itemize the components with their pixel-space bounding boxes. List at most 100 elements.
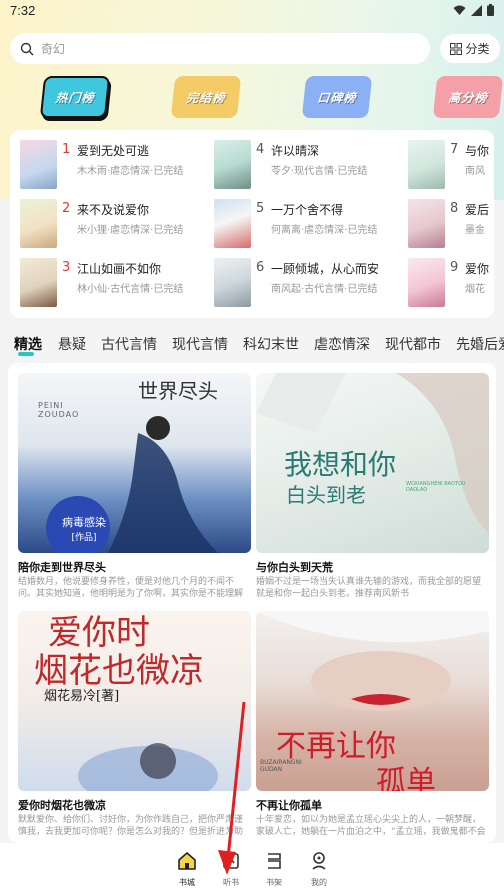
cover-title-2: 白头到老: [286, 483, 366, 507]
book-cover: 世界尽头 PEINI ZOUDAO 病毒感染 [作品]: [18, 373, 251, 553]
rank-title: 与你: [465, 144, 490, 158]
ranking-item[interactable]: 9 爱你 烟花: [408, 258, 494, 310]
rank-tab-reputation[interactable]: 口碑榜: [301, 76, 373, 118]
book-cover: [20, 258, 57, 307]
nav-bookstore[interactable]: 书城: [167, 851, 207, 888]
book-card[interactable]: 不再让你 孤单 BUZAIRANGNI GUDAN 不再让你孤单 十年爱恋，如以…: [256, 611, 489, 841]
rank-meta: 木木雨·虐恋情深·已完结: [77, 166, 184, 177]
rank-meta: 南风: [465, 166, 485, 177]
tab-featured[interactable]: 精选: [14, 334, 42, 354]
book-title: 爱你时烟花也微凉: [18, 799, 106, 812]
wifi-icon: [453, 5, 466, 15]
nav-profile[interactable]: 我的: [299, 851, 339, 888]
book-desc: 婚姻不过是一场当失认真谁先输的游戏，而我全部的愿望就是和你一起白头到老。推荐南风…: [256, 577, 482, 599]
rank-meta: 烟花: [465, 284, 485, 295]
ranking-item[interactable]: 5 一万个舍不得 何离离·虐恋情深·已完结: [214, 199, 414, 251]
nav-label: 听书: [223, 878, 239, 887]
cover-badge-sub: [作品]: [71, 533, 97, 543]
book-card[interactable]: 世界尽头 PEINI ZOUDAO 病毒感染 [作品] 陪你走到世界尽头 结婚数…: [18, 373, 251, 603]
tab-modern-city[interactable]: 现代都市: [385, 334, 441, 354]
rank-tab-hot[interactable]: 热门榜: [39, 76, 111, 118]
rank-number: 4: [256, 142, 265, 157]
book-cover: [408, 199, 445, 248]
cover-title: 我想和你: [284, 448, 397, 481]
ranking-item[interactable]: 7 与你 南风: [408, 140, 494, 192]
profile-icon: [312, 852, 326, 870]
book-cover: [20, 140, 57, 189]
tab-mystery[interactable]: 悬疑: [58, 334, 86, 354]
rank-tab-label: 热门榜: [54, 90, 96, 105]
tab-scifi[interactable]: 科幻末世: [243, 334, 299, 354]
rank-title: 许以晴深: [271, 144, 320, 158]
rank-tab-label: 高分榜: [447, 90, 489, 105]
rank-number: 5: [256, 201, 265, 216]
book-title: 不再让你孤单: [256, 799, 322, 812]
status-time: 7:32: [10, 3, 36, 18]
ranking-item[interactable]: 8 爱后 墨金: [408, 199, 494, 251]
rank-number: 3: [62, 260, 71, 275]
rank-number: 9: [450, 260, 459, 275]
rank-tab-label: 完结榜: [185, 90, 227, 105]
nav-label: 书架: [266, 878, 282, 887]
rank-tab-label: 口碑榜: [316, 90, 358, 105]
ranking-list: 1 爱到无处可逃 木木雨·虐恋情深·已完结 2 来不及说爱你 米小狸·虐恋情深·…: [10, 130, 494, 318]
grid-icon: [450, 42, 463, 55]
nav-bookshelf[interactable]: 书架: [254, 851, 294, 888]
tab-indicator: [18, 352, 34, 356]
rank-tab-finished[interactable]: 完结榜: [170, 76, 242, 118]
bottom-nav: 书城 听书 书架 我的: [0, 843, 504, 895]
ranking-item[interactable]: 2 来不及说爱你 米小狸·虐恋情深·已完结: [20, 199, 220, 251]
ranking-item[interactable]: 4 许以晴深 苓夕·现代言情·已完结: [214, 140, 414, 192]
rank-title: 爱你: [465, 262, 490, 276]
bookshelf-icon: [268, 853, 281, 869]
genre-tabs: 精选 悬疑 古代言情 现代言情 科幻末世 虐恋情深 现代都市 先婚后爱: [0, 330, 504, 360]
nav-audiobook[interactable]: 听书: [211, 851, 251, 888]
book-card[interactable]: 爱你时 烟花也微凉 烟花易冷[著] 爱你时烟花也微凉 默默爱你、给你们、讨好你，…: [18, 611, 251, 841]
cover-author: 烟花易冷[著]: [44, 689, 120, 704]
status-bar: 7:32: [0, 0, 504, 22]
rank-title: 爱到无处可逃: [77, 144, 150, 158]
ranking-item[interactable]: 6 一顾倾城，从心而安 南风起·古代言情·已完结: [214, 258, 414, 310]
category-label: 分类: [465, 42, 490, 56]
book-cover: [214, 258, 251, 307]
rank-meta: 何离离·虐恋情深·已完结: [271, 225, 378, 236]
tab-modern-romance[interactable]: 现代言情: [172, 334, 228, 354]
rank-title: 爱后: [465, 203, 490, 217]
ranking-item[interactable]: 1 爱到无处可逃 木木雨·虐恋情深·已完结: [20, 140, 220, 192]
cover-subtitle: PEINI ZOUDAO: [38, 401, 80, 419]
cover-title-2: 孤单: [376, 765, 436, 791]
tab-marriage-first[interactable]: 先婚后爱: [456, 334, 504, 354]
ranking-item[interactable]: 3 江山如画不如你 林小仙·古代言情·已完结: [20, 258, 220, 310]
headphone-icon: [223, 853, 239, 869]
nav-label: 书城: [179, 878, 195, 887]
rank-title: 江山如画不如你: [77, 262, 162, 276]
rank-tab-score[interactable]: 高分榜: [432, 76, 504, 118]
rank-meta: 米小狸·虐恋情深·已完结: [77, 225, 184, 236]
book-desc: 十年爱恋，如以为她是孟立瑶心尖尖上的人，一朝梦醒，家破人亡，她躺在一片血泊之中，…: [256, 815, 486, 837]
rank-number: 8: [450, 201, 459, 216]
tab-tragic-romance[interactable]: 虐恋情深: [314, 334, 370, 354]
book-cover: [20, 199, 57, 248]
rank-title: 一顾倾城，从心而安: [271, 262, 380, 276]
book-cover: [214, 140, 251, 189]
rank-meta: 南风起·古代言情·已完结: [271, 284, 378, 295]
tab-ancient-romance[interactable]: 古代言情: [101, 334, 157, 354]
search-placeholder: 奇幻: [41, 42, 66, 56]
book-feed: 世界尽头 PEINI ZOUDAO 病毒感染 [作品] 陪你走到世界尽头 结婚数…: [8, 363, 496, 843]
rank-title: 一万个舍不得: [271, 203, 344, 217]
rank-number: 7: [450, 142, 459, 157]
cover-subtitle: BUZAIRANGNI GUDAN: [260, 759, 302, 773]
signal-icon: [471, 4, 482, 16]
search-input[interactable]: 奇幻: [10, 33, 430, 64]
book-cover: 爱你时 烟花也微凉 烟花易冷[著]: [18, 611, 251, 791]
rank-number: 2: [62, 201, 71, 216]
rank-number: 6: [256, 260, 265, 275]
battery-icon: [487, 4, 494, 16]
book-cover: [408, 258, 445, 307]
cover-title: 世界尽头: [138, 379, 218, 403]
book-cover: 不再让你 孤单 BUZAIRANGNI GUDAN: [256, 611, 489, 791]
rank-meta: 墨金: [465, 225, 485, 236]
home-icon: [178, 852, 196, 870]
category-button[interactable]: 分类: [440, 34, 500, 63]
book-card[interactable]: 我想和你 白头到老 WOXIANGHENI BAOTOU DAOLAO 与你白头…: [256, 373, 489, 603]
